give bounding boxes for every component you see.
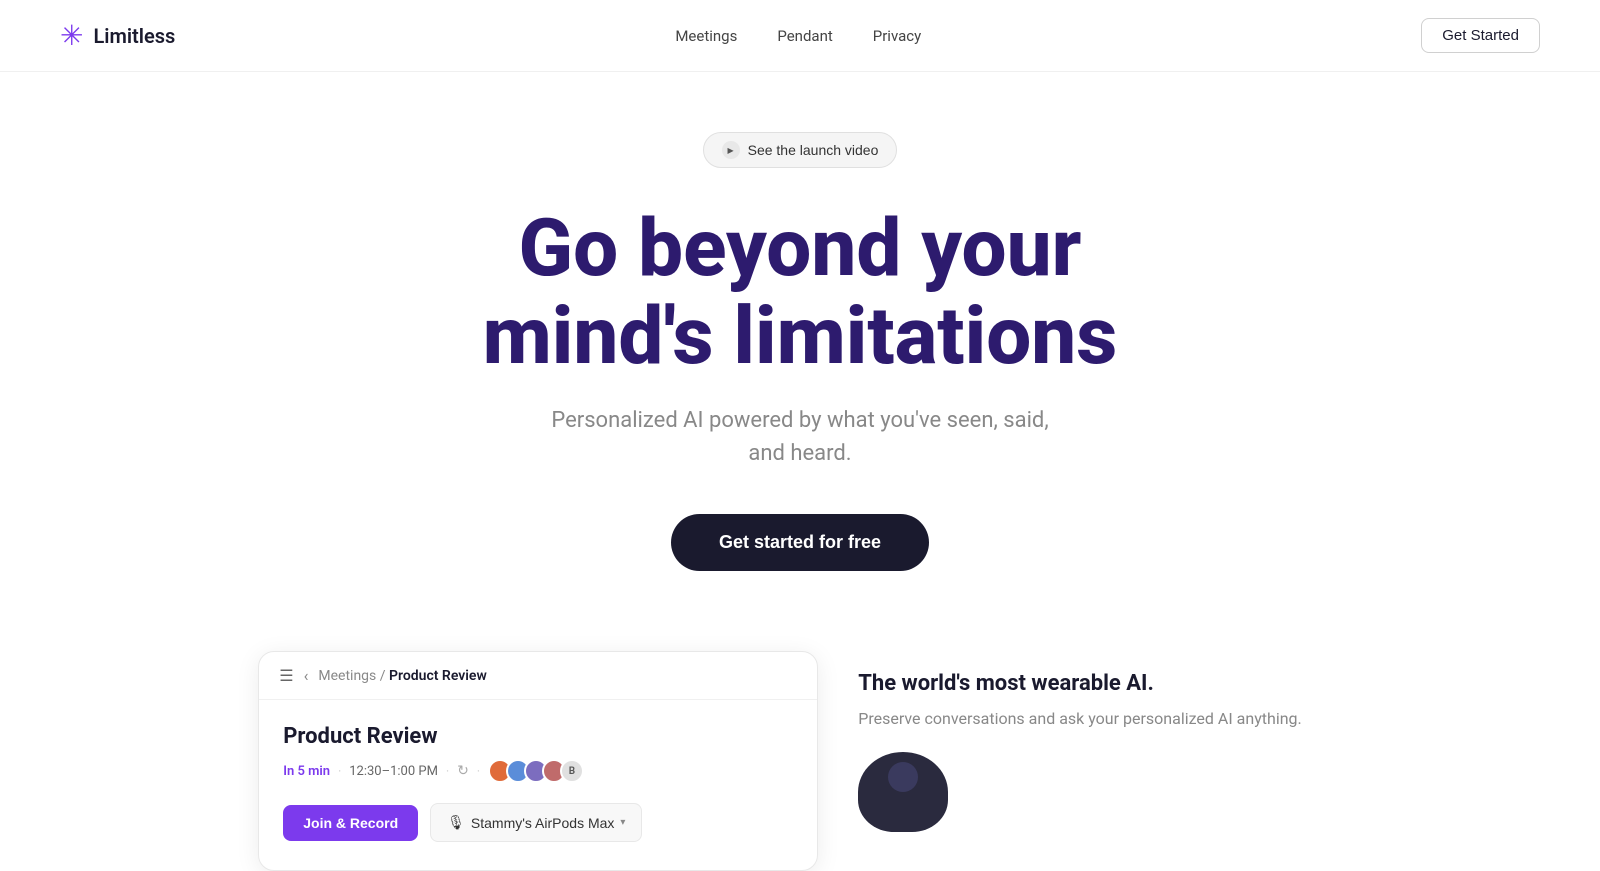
meta-dot-1: · (338, 764, 341, 778)
hero-title: Go beyond your mind's limitations (483, 204, 1118, 380)
navbar: ✳ Limitless Meetings Pendant Privacy Get… (0, 0, 1600, 72)
app-card-body: Product Review In 5 min · 12:30–1:00 PM … (259, 700, 817, 870)
meeting-actions: Join & Record 🎙 Stammy's AirPods Max ▾ (283, 803, 793, 842)
logo[interactable]: ✳ Limitless (60, 19, 175, 52)
meeting-meta: In 5 min · 12:30–1:00 PM · ↻ · B (283, 759, 793, 783)
preview-section: ☰ ‹ Meetings / Product Review Product Re… (0, 651, 1600, 871)
logo-text: Limitless (93, 24, 175, 48)
back-icon[interactable]: ‹ (304, 666, 309, 685)
sync-icon: ↻ (457, 763, 469, 779)
app-topbar: ☰ ‹ Meetings / Product Review (259, 652, 817, 700)
breadcrumb: Meetings / Product Review (318, 668, 486, 684)
mic-selector-button[interactable]: 🎙 Stammy's AirPods Max ▾ (430, 803, 642, 842)
launch-video-label: See the launch video (748, 142, 879, 158)
play-icon: ▶ (722, 141, 740, 159)
avatar-count: B (560, 759, 584, 783)
breadcrumb-parent: Meetings (318, 668, 376, 684)
mic-icon: 🎙 (447, 814, 465, 831)
hero-subtitle: Personalized AI powered by what you've s… (550, 404, 1050, 470)
logo-icon: ✳ (60, 19, 83, 52)
right-panel-description: Preserve conversations and ask your pers… (858, 706, 1302, 732)
chevron-down-icon: ▾ (620, 817, 625, 828)
breadcrumb-current: Product Review (389, 668, 487, 684)
meeting-title: Product Review (283, 724, 793, 749)
meta-dot-2: · (446, 764, 449, 778)
launch-video-button[interactable]: ▶ See the launch video (703, 132, 898, 168)
app-card: ☰ ‹ Meetings / Product Review Product Re… (258, 651, 818, 871)
wearable-device-image (858, 752, 948, 832)
nav-pendant[interactable]: Pendant (777, 27, 832, 45)
get-started-button[interactable]: Get Started (1421, 18, 1540, 53)
right-panel: The world's most wearable AI. Preserve c… (818, 651, 1342, 852)
join-record-button[interactable]: Join & Record (283, 805, 418, 841)
hero-cta-button[interactable]: Get started for free (671, 514, 929, 571)
hamburger-icon[interactable]: ☰ (279, 666, 293, 685)
right-panel-title: The world's most wearable AI. (858, 671, 1154, 696)
mic-label: Stammy's AirPods Max (471, 815, 615, 831)
breadcrumb-separator: / (380, 668, 389, 684)
attendee-avatars: B (488, 759, 584, 783)
meeting-time-in: In 5 min (283, 764, 330, 779)
nav-links: Meetings Pendant Privacy (675, 27, 921, 45)
nav-privacy[interactable]: Privacy (873, 27, 921, 45)
meeting-time-range: 12:30–1:00 PM (349, 764, 438, 779)
meta-dot-3: · (477, 764, 480, 778)
nav-meetings[interactable]: Meetings (675, 27, 737, 45)
hero-section: ▶ See the launch video Go beyond your mi… (0, 72, 1600, 651)
